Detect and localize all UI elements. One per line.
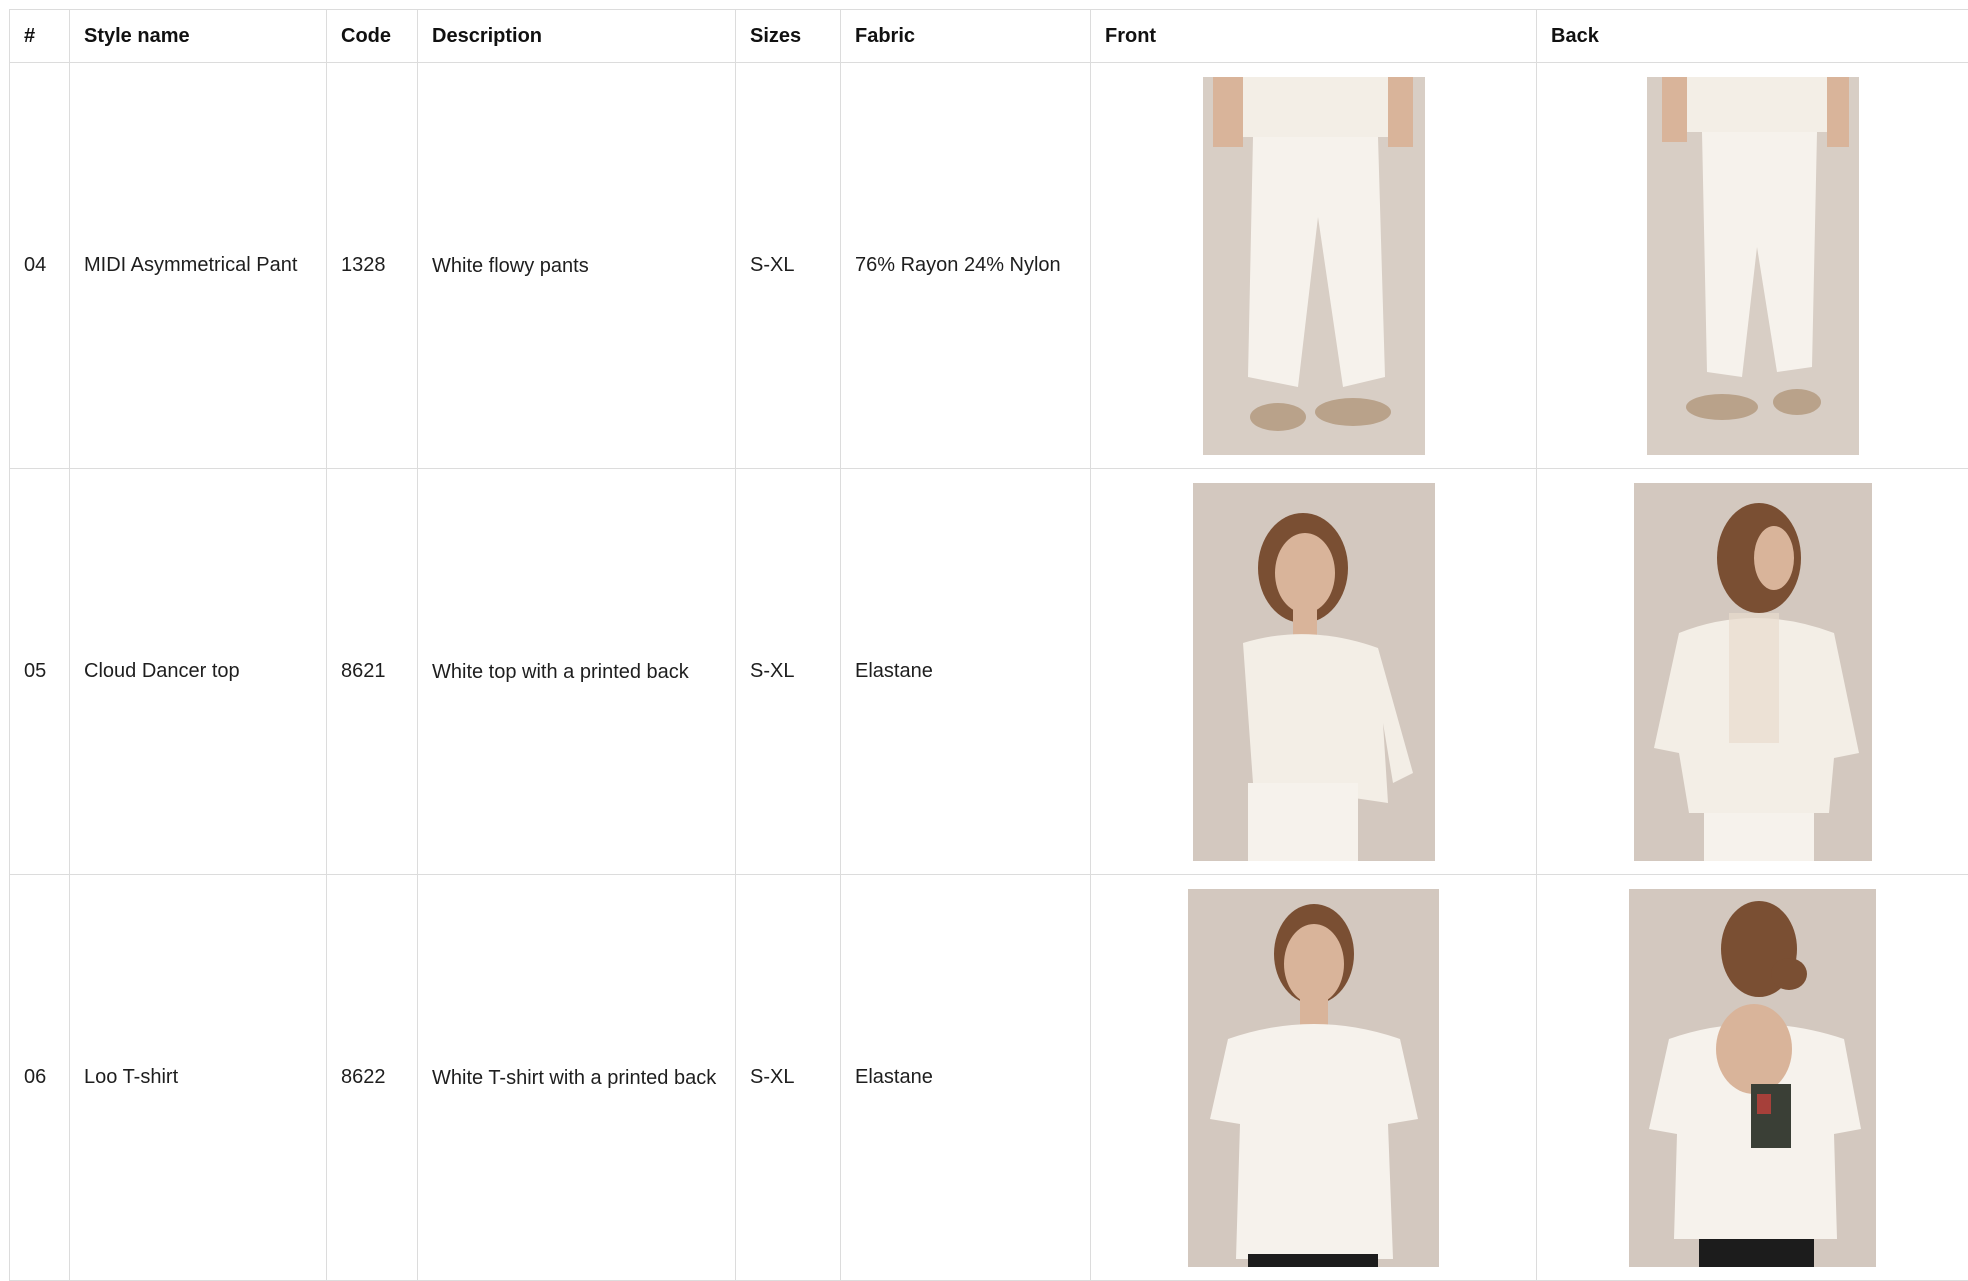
header-style-name: Style name <box>70 10 327 63</box>
header-fabric: Fabric <box>841 10 1091 63</box>
front-photo-pants <box>1203 77 1425 455</box>
front-photo-top <box>1193 483 1435 861</box>
style-sizes: S-XL <box>736 469 841 875</box>
back-photo-top-printed <box>1634 483 1872 861</box>
style-description: White T-shirt with a printed back <box>418 875 736 1281</box>
front-image-cell <box>1091 469 1537 875</box>
row-number: 05 <box>10 469 70 875</box>
style-name: Cloud Dancer top <box>70 469 327 875</box>
back-image-cell <box>1537 63 1968 469</box>
styles-table: # Style name Code Description Sizes Fabr… <box>9 9 1968 1281</box>
style-fabric: 76% Rayon 24% Nylon <box>841 63 1091 469</box>
style-fabric: Elastane <box>841 469 1091 875</box>
style-name: Loo T-shirt <box>70 875 327 1281</box>
header-row: # Style name Code Description Sizes Fabr… <box>10 10 1968 63</box>
row-number: 04 <box>10 63 70 469</box>
style-description: White flowy pants <box>418 63 736 469</box>
style-code: 1328 <box>327 63 418 469</box>
back-image-cell <box>1537 469 1968 875</box>
table-row: 04 MIDI Asymmetrical Pant 1328 White flo… <box>10 63 1968 469</box>
back-image-cell <box>1537 875 1968 1281</box>
style-fabric: Elastane <box>841 875 1091 1281</box>
style-sizes: S-XL <box>736 63 841 469</box>
style-code: 8622 <box>327 875 418 1281</box>
style-sheet: # Style name Code Description Sizes Fabr… <box>9 9 1968 1281</box>
front-image-cell <box>1091 63 1537 469</box>
row-number: 06 <box>10 875 70 1281</box>
back-photo-tshirt-printed <box>1629 889 1876 1267</box>
style-name: MIDI Asymmetrical Pant <box>70 63 327 469</box>
front-image-cell <box>1091 875 1537 1281</box>
header-description: Description <box>418 10 736 63</box>
header-sizes: Sizes <box>736 10 841 63</box>
style-sizes: S-XL <box>736 875 841 1281</box>
header-front: Front <box>1091 10 1537 63</box>
front-photo-tshirt <box>1188 889 1439 1267</box>
header-code: Code <box>327 10 418 63</box>
style-description: White top with a printed back <box>418 469 736 875</box>
header-back: Back <box>1537 10 1968 63</box>
table-row: 05 Cloud Dancer top 8621 White top with … <box>10 469 1968 875</box>
back-photo-pants <box>1647 77 1859 455</box>
table-row: 06 Loo T-shirt 8622 White T-shirt with a… <box>10 875 1968 1281</box>
style-code: 8621 <box>327 469 418 875</box>
header-number: # <box>10 10 70 63</box>
